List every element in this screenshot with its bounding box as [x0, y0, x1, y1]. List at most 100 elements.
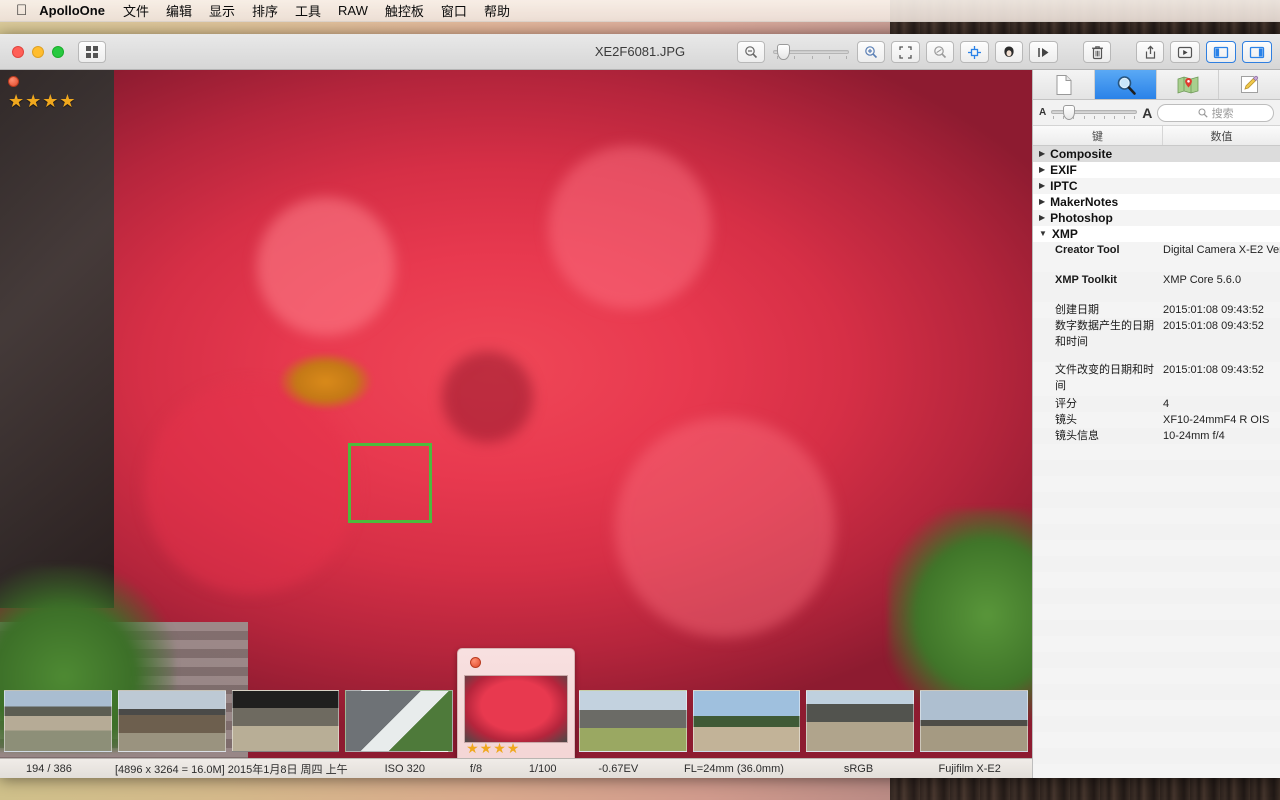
- chevron-right-icon: ▶: [1039, 162, 1045, 178]
- menu-item-sort[interactable]: 排序: [252, 1, 278, 20]
- metadata-search-input[interactable]: 搜索: [1157, 104, 1274, 122]
- thumbnail-image: [579, 690, 687, 752]
- group-label: MakerNotes: [1050, 194, 1118, 210]
- status-camera: Fujifilm X-E2: [907, 763, 1032, 775]
- status-iso: ISO 320: [365, 763, 445, 775]
- menu-item-trackpad[interactable]: 触控板: [385, 1, 424, 20]
- metadata-group-photoshop[interactable]: ▶ Photoshop: [1033, 210, 1280, 226]
- status-bar: 194 / 386 [4896 x 3264 = 16.0M] 2015年1月8…: [0, 758, 1032, 778]
- crop-icon: [967, 45, 982, 60]
- menu-item-file[interactable]: 文件: [123, 1, 149, 20]
- metadata-row-lens-info[interactable]: 镜头信息 10-24mm f/4: [1033, 428, 1280, 444]
- toggle-right-panel-button[interactable]: [1242, 41, 1272, 63]
- thumbnail-image: [4, 690, 112, 752]
- metadata-row-creator-tool[interactable]: Creator Tool Digital Camera X-E2 Ver3.00: [1033, 242, 1280, 272]
- magnifier-icon: [1115, 74, 1137, 96]
- grid-view-button[interactable]: [78, 41, 106, 63]
- crop-tool-button[interactable]: [960, 41, 989, 63]
- photo-viewer[interactable]: ★★★★ E2F6076.JPG XE2F6077.JPG XE2F6078.J…: [0, 70, 1032, 778]
- face-detect-button[interactable]: [995, 41, 1023, 63]
- metadata-row-lens[interactable]: 镜头 XF10-24mmF4 R OIS: [1033, 412, 1280, 428]
- menu-item-tools[interactable]: 工具: [295, 1, 321, 20]
- metadata-row-modify-datetime[interactable]: 文件改变的日期和时间 2015:01:08 09:43:52: [1033, 362, 1280, 396]
- metadata-value: XMP Core 5.6.0: [1163, 272, 1280, 302]
- menu-item-raw[interactable]: RAW: [338, 3, 368, 18]
- zoom-out-icon: [744, 45, 758, 59]
- crop-selection-rectangle[interactable]: [348, 443, 432, 523]
- mac-menubar[interactable]:  ApolloOne 文件 编辑 显示 排序 工具 RAW 触控板 窗口 帮助: [0, 0, 1280, 22]
- menu-item-view[interactable]: 显示: [209, 1, 235, 20]
- menu-item-help[interactable]: 帮助: [484, 1, 510, 20]
- font-size-slider[interactable]: [1051, 104, 1137, 122]
- font-slider-knob[interactable]: [1063, 105, 1075, 120]
- sidebar-tabs[interactable]: [1033, 70, 1280, 100]
- zoom-out-button[interactable]: [737, 41, 765, 63]
- metadata-row-xmp-toolkit[interactable]: XMP Toolkit XMP Core 5.6.0: [1033, 272, 1280, 302]
- toggle-left-panel-button[interactable]: [1206, 41, 1236, 63]
- metadata-row-digitized-datetime[interactable]: 数字数据产生的日期和时间 2015:01:08 09:43:52: [1033, 318, 1280, 362]
- menu-item-edit[interactable]: 编辑: [166, 1, 192, 20]
- color-label-red-icon[interactable]: [8, 76, 19, 87]
- sidebar-search-row[interactable]: A A 搜索: [1033, 100, 1280, 126]
- present-icon: [1177, 46, 1193, 59]
- column-header-value[interactable]: 数值: [1163, 126, 1280, 145]
- chevron-right-icon: ▶: [1039, 146, 1045, 162]
- thumbnail-image: [345, 690, 453, 752]
- close-button[interactable]: [12, 46, 24, 58]
- metadata-value: 2015:01:08 09:43:52: [1163, 362, 1280, 396]
- metadata-group-iptc[interactable]: ▶ IPTC: [1033, 178, 1280, 194]
- maximize-button[interactable]: [52, 46, 64, 58]
- metadata-value: Digital Camera X-E2 Ver3.00: [1163, 242, 1280, 272]
- column-header-key[interactable]: 键: [1033, 126, 1163, 145]
- metadata-group-exif[interactable]: ▶ EXIF: [1033, 162, 1280, 178]
- zoom-actual-icon: [933, 45, 947, 59]
- right-panel-icon: [1249, 46, 1265, 59]
- metadata-key: 数字数据产生的日期和时间: [1033, 318, 1163, 362]
- window-titlebar: XE2F6081.JPG: [0, 34, 1280, 70]
- window-controls[interactable]: [0, 46, 64, 58]
- metadata-group-xmp[interactable]: ▼ XMP: [1033, 226, 1280, 242]
- actual-size-button[interactable]: [926, 41, 954, 63]
- font-large-label: A: [1142, 105, 1152, 121]
- menu-item-window[interactable]: 窗口: [441, 1, 467, 20]
- metadata-key: 镜头信息: [1033, 428, 1163, 444]
- left-panel-icon: [1213, 46, 1229, 59]
- zoom-in-button[interactable]: [857, 41, 885, 63]
- thumbnail-image: [693, 690, 801, 752]
- filmstrip-thumb-4-selected[interactable]: ★★★★ XE2F6081.JPG: [457, 648, 575, 776]
- metadata-list[interactable]: ▶ Composite ▶ EXIF ▶ IPTC ▶ MakerNotes ▶: [1033, 146, 1280, 778]
- presentation-button[interactable]: [1170, 41, 1200, 63]
- fit-to-screen-button[interactable]: [891, 41, 920, 63]
- metadata-value: 4: [1163, 396, 1280, 412]
- status-focal-length: FL=24mm (36.0mm): [658, 763, 809, 775]
- zoom-slider[interactable]: [773, 41, 849, 63]
- metadata-key: 评分: [1033, 396, 1163, 412]
- window-body: ★★★★ E2F6076.JPG XE2F6077.JPG XE2F6078.J…: [0, 70, 1280, 778]
- metadata-value: 10-24mm f/4: [1163, 428, 1280, 444]
- menubar-app-name[interactable]: ApolloOne: [39, 3, 105, 18]
- face-icon: [1002, 45, 1016, 60]
- share-button[interactable]: [1136, 41, 1164, 63]
- metadata-row-rating[interactable]: 评分 4: [1033, 396, 1280, 412]
- tab-metadata[interactable]: [1095, 70, 1157, 99]
- status-index: 194 / 386: [0, 763, 98, 775]
- tab-edit[interactable]: [1219, 70, 1280, 99]
- tab-map[interactable]: [1157, 70, 1219, 99]
- metadata-group-makernotes[interactable]: ▶ MakerNotes: [1033, 194, 1280, 210]
- apple-logo-icon[interactable]: : [16, 3, 27, 18]
- play-next-button[interactable]: [1029, 41, 1058, 63]
- thumbnail-image: [806, 690, 914, 752]
- group-label: EXIF: [1050, 162, 1077, 178]
- metadata-value: 2015:01:08 09:43:52: [1163, 318, 1280, 362]
- photo-petal-texture: [41, 84, 990, 735]
- search-icon: [1198, 108, 1208, 118]
- metadata-column-headers[interactable]: 键 数值: [1033, 126, 1280, 146]
- metadata-key: 文件改变的日期和时间: [1033, 362, 1163, 396]
- zoom-slider-knob[interactable]: [777, 44, 790, 60]
- metadata-row-create-date[interactable]: 创建日期 2015:01:08 09:43:52: [1033, 302, 1280, 318]
- minimize-button[interactable]: [32, 46, 44, 58]
- photo-star-rating[interactable]: ★★★★: [8, 92, 77, 110]
- delete-button[interactable]: [1083, 41, 1111, 63]
- tab-document[interactable]: [1033, 70, 1095, 99]
- metadata-group-composite[interactable]: ▶ Composite: [1033, 146, 1280, 162]
